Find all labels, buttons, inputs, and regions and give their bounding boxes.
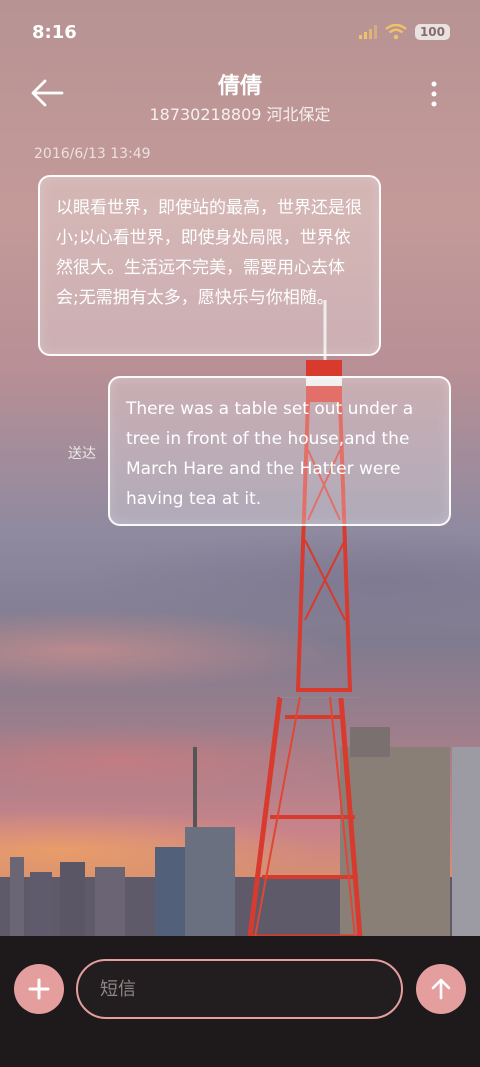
status-time: 8:16 <box>32 22 77 43</box>
outgoing-message-bubble[interactable]: There was a table set out under a tree i… <box>108 376 451 526</box>
add-attachment-button[interactable] <box>14 964 64 1014</box>
arrow-up-icon <box>431 978 451 1000</box>
contact-details: 18730218809 河北保定 <box>149 105 331 124</box>
plus-icon <box>28 978 50 1000</box>
message-input[interactable] <box>76 959 403 1019</box>
signal-icon <box>358 25 377 39</box>
composer-bar <box>0 936 480 1067</box>
status-icons: 100 <box>358 24 450 40</box>
incoming-message-bubble[interactable]: 以眼看世界，即使站的最高，世界还是很小;以心看世界，即使身处局限，世界依然很大。… <box>38 175 381 356</box>
delivery-status: 送达 <box>68 446 96 462</box>
wifi-icon <box>385 24 407 40</box>
status-bar: 8:16 100 <box>0 0 480 66</box>
more-options-icon[interactable] <box>426 80 442 108</box>
battery-indicator: 100 <box>414 24 450 40</box>
send-button[interactable] <box>416 964 466 1014</box>
message-timestamp: 2016/6/13 13:49 <box>34 146 151 162</box>
contact-name: 倩倩 <box>217 74 262 99</box>
